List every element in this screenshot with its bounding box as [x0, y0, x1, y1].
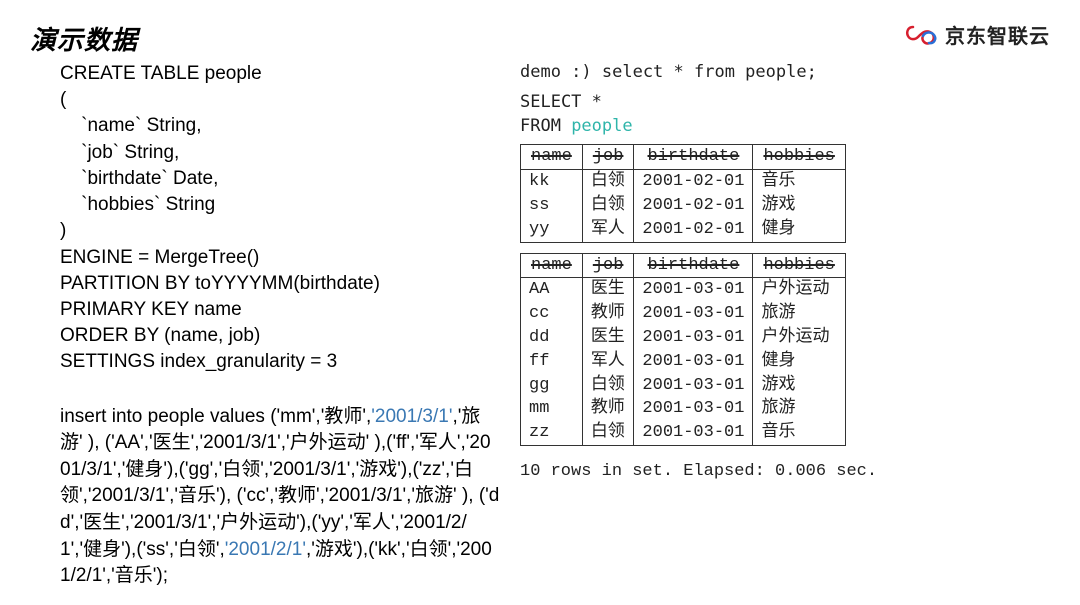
slide-title: 演示数据 — [30, 20, 138, 57]
table-row: gg白领2001-03-01游戏 — [521, 374, 846, 398]
column-header: birthdate — [634, 253, 753, 278]
jd-cloud-icon — [905, 24, 939, 46]
table-row: AA医生2001-03-01户外运动 — [521, 278, 846, 302]
terminal-prompt: demo :) select * from people; — [520, 61, 1050, 85]
column-header: birthdate — [634, 145, 753, 170]
result-table-2: namejobbirthdatehobbies AA医生2001-03-01户外… — [520, 253, 846, 446]
result-footer: 10 rows in set. Elapsed: 0.006 sec. — [520, 460, 1050, 484]
table-row: kk白领2001-02-01音乐 — [521, 170, 846, 194]
column-header: job — [582, 253, 634, 278]
brand-text: 京东智联云 — [945, 20, 1050, 49]
brand-logo: 京东智联云 — [905, 20, 1050, 49]
table-row: ff军人2001-03-01健身 — [521, 350, 846, 374]
insert-sql: insert into people values ('mm','教师','20… — [60, 404, 500, 590]
table-row: dd医生2001-03-01户外运动 — [521, 326, 846, 350]
column-header: name — [521, 145, 583, 170]
create-table-sql: CREATE TABLE people ( `name` String, `jo… — [60, 61, 500, 376]
column-header: name — [521, 253, 583, 278]
result-table-1: namejobbirthdatehobbies kk白领2001-02-01音乐… — [520, 144, 846, 242]
column-header: job — [582, 145, 634, 170]
table-row: cc教师2001-03-01旅游 — [521, 302, 846, 326]
column-header: hobbies — [753, 145, 845, 170]
table-row: yy军人2001-02-01健身 — [521, 218, 846, 242]
table-row: ss白领2001-02-01游戏 — [521, 194, 846, 218]
terminal-select: SELECT * FROM people — [520, 91, 1050, 139]
table-row: zz白领2001-03-01音乐 — [521, 421, 846, 445]
table-row: mm教师2001-03-01旅游 — [521, 397, 846, 421]
column-header: hobbies — [753, 253, 845, 278]
